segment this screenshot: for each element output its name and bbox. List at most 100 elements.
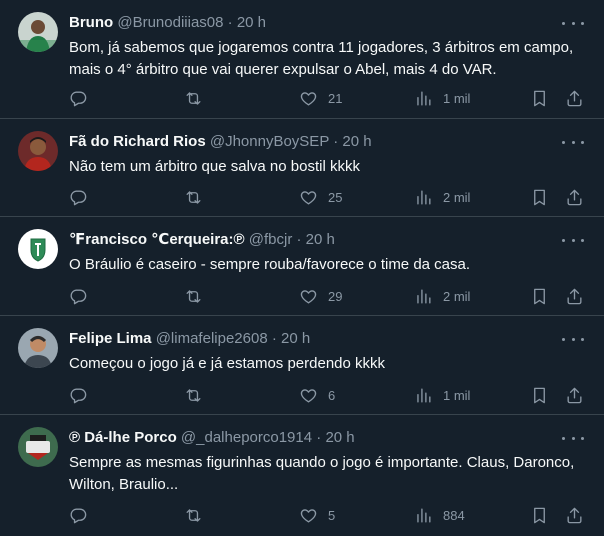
view-count: 2 mil: [443, 288, 471, 304]
avatar[interactable]: [18, 131, 58, 171]
view-count: 1 mil: [443, 387, 471, 403]
timestamp[interactable]: 20 h: [342, 133, 371, 150]
tweet-item[interactable]: Bruno @Brunodiiias08 · 20 h Bom, já sabe…: [0, 0, 604, 119]
separator-dot: ·: [227, 14, 233, 31]
timestamp[interactable]: 20 h: [325, 429, 354, 446]
reply-button[interactable]: [69, 384, 88, 406]
user-handle[interactable]: @Brunodiiias08: [117, 14, 223, 31]
user-name[interactable]: Fã do Richard Rios: [69, 133, 206, 150]
tweet-actions: 5 884: [0, 504, 604, 526]
like-button[interactable]: 6: [299, 384, 335, 406]
heart-icon: [300, 91, 317, 106]
separator-dot: ·: [333, 133, 339, 150]
retweet-icon: [186, 388, 201, 402]
timestamp[interactable]: 20 h: [237, 14, 266, 31]
tweet-header: Felipe Lima @limafelipe2608 · 20 h: [69, 330, 554, 348]
reply-icon: [70, 189, 87, 205]
bookmark-button[interactable]: [530, 384, 549, 406]
tweet-header: Fã do Richard Rios @JhonnyBoySEP · 20 h: [69, 133, 554, 151]
tweet-actions: 6 1 mil: [0, 384, 604, 406]
user-handle[interactable]: @fbcjr: [249, 231, 293, 248]
user-name[interactable]: Bruno: [69, 14, 113, 31]
heart-icon: [300, 388, 317, 403]
user-name[interactable]: ℗ Dá-lhe Porco: [69, 429, 177, 446]
tweet-text: Sempre as mesmas figurinhas quando o jog…: [69, 454, 575, 493]
share-icon: [567, 288, 582, 304]
tweet-header: ℉rancisco ℃erqueira:℗ @fbcjr · 20 h: [69, 231, 554, 249]
more-icon[interactable]: [562, 133, 584, 151]
tweet-item[interactable]: Felipe Lima @limafelipe2608 · 20 h Começ…: [0, 316, 604, 415]
like-button[interactable]: 21: [299, 87, 342, 109]
reply-icon: [70, 507, 87, 523]
bookmark-button[interactable]: [530, 504, 549, 526]
timestamp[interactable]: 20 h: [281, 330, 310, 347]
views-button[interactable]: 884: [414, 504, 465, 526]
like-button[interactable]: 25: [299, 186, 342, 208]
share-button[interactable]: [565, 285, 584, 307]
reply-button[interactable]: [69, 186, 88, 208]
user-name[interactable]: ℉rancisco ℃erqueira:℗: [69, 231, 245, 248]
reply-icon: [70, 288, 87, 304]
views-button[interactable]: 1 mil: [414, 384, 470, 406]
bookmark-button[interactable]: [530, 186, 549, 208]
reply-button[interactable]: [69, 285, 88, 307]
like-count: 6: [328, 387, 336, 403]
retweet-icon: [186, 508, 201, 522]
retweet-button[interactable]: [184, 384, 203, 406]
share-button[interactable]: [565, 87, 584, 109]
retweet-icon: [186, 91, 201, 105]
bookmark-button[interactable]: [530, 87, 549, 109]
more-icon[interactable]: [562, 14, 584, 32]
tweet-item[interactable]: Fã do Richard Rios @JhonnyBoySEP · 20 h …: [0, 119, 604, 217]
separator-dot: ·: [296, 231, 302, 248]
tweet-item[interactable]: ℉rancisco ℃erqueira:℗ @fbcjr · 20 h O Br…: [0, 217, 604, 316]
bookmark-icon: [534, 387, 545, 403]
retweet-button[interactable]: [184, 186, 203, 208]
more-icon[interactable]: [562, 330, 584, 348]
share-button[interactable]: [565, 504, 584, 526]
tweet-header: Bruno @Brunodiiias08 · 20 h: [69, 14, 554, 32]
tweet-actions: 21 1 mil: [0, 87, 604, 109]
user-handle[interactable]: @_dalheporco1914: [181, 429, 312, 446]
user-handle[interactable]: @limafelipe2608: [156, 330, 268, 347]
share-button[interactable]: [565, 384, 584, 406]
views-icon: [417, 507, 431, 523]
like-button[interactable]: 29: [299, 285, 342, 307]
tweet-text: Não tem um árbitro que salva no bostil k…: [69, 158, 360, 175]
views-button[interactable]: 2 mil: [414, 285, 470, 307]
bookmark-icon: [534, 189, 545, 205]
share-button[interactable]: [565, 186, 584, 208]
user-name[interactable]: Felipe Lima: [69, 330, 152, 347]
avatar[interactable]: [18, 328, 58, 368]
more-icon[interactable]: [562, 231, 584, 249]
avatar[interactable]: [18, 427, 58, 467]
separator-dot: ·: [316, 429, 322, 446]
views-button[interactable]: 1 mil: [414, 87, 470, 109]
avatar[interactable]: [18, 229, 58, 269]
heart-icon: [300, 508, 317, 523]
like-button[interactable]: 5: [299, 504, 335, 526]
retweet-button[interactable]: [184, 285, 203, 307]
user-handle[interactable]: @JhonnyBoySEP: [210, 133, 329, 150]
bookmark-icon: [534, 288, 545, 304]
reply-icon: [70, 90, 87, 106]
tweet-text: Bom, já sabemos que jogaremos contra 11 …: [69, 39, 574, 78]
retweet-icon: [186, 190, 201, 204]
reply-button[interactable]: [69, 87, 88, 109]
views-icon: [417, 90, 431, 106]
bookmark-button[interactable]: [530, 285, 549, 307]
like-count: 25: [328, 189, 343, 205]
timestamp[interactable]: 20 h: [306, 231, 335, 248]
views-button[interactable]: 2 mil: [414, 186, 470, 208]
bookmark-icon: [534, 90, 545, 106]
retweet-button[interactable]: [184, 504, 203, 526]
more-icon[interactable]: [562, 429, 584, 447]
separator-dot: ·: [271, 330, 277, 347]
reply-button[interactable]: [69, 504, 88, 526]
tweet-item[interactable]: ℗ Dá-lhe Porco @_dalheporco1914 · 20 h S…: [0, 415, 604, 536]
view-count: 1 mil: [443, 90, 471, 106]
share-icon: [567, 189, 582, 205]
retweet-button[interactable]: [184, 87, 203, 109]
share-icon: [567, 507, 582, 523]
avatar[interactable]: [18, 12, 58, 52]
